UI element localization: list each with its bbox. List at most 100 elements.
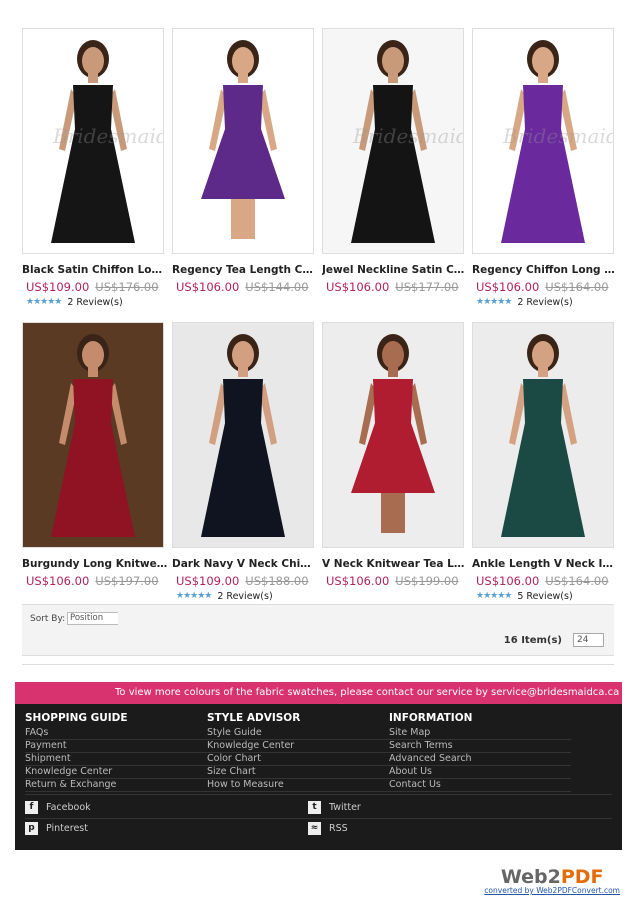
product-name[interactable]: Black Satin Chiffon Long S...: [22, 264, 168, 276]
toolbar: Sort By: Position 16 Item(s) 24: [22, 604, 614, 656]
footer-link-knowledge-center[interactable]: Knowledge Center: [207, 740, 389, 753]
product-image[interactable]: [472, 322, 614, 548]
sale-price: US$106.00: [26, 574, 90, 588]
product-card[interactable]: Bridesmaid Black Satin Chiffon Long S... U…: [22, 28, 168, 308]
divider: [25, 818, 612, 819]
watermark: Bridesmaid: [53, 124, 164, 148]
footer-heading: INFORMATION: [389, 712, 473, 724]
product-card[interactable]: Dark Navy V Neck Chiffon ... US$109.00 US$…: [172, 322, 318, 602]
footer-col-shopping: SHOPPING GUIDE FAQs Payment Shipment Kno…: [25, 712, 207, 792]
product-name[interactable]: Burgundy Long Knitwear V: [22, 558, 168, 570]
product-card[interactable]: V Neck Knitwear Tea Leng...US$106.00US$1…: [322, 322, 468, 602]
product-card[interactable]: Regency Tea Length Chiffo US$106.00 US$144…: [172, 28, 318, 308]
old-price: US$197.00: [95, 574, 159, 588]
footer-col-style: STYLE ADVISOR Style Guide Knowledge Cent…: [207, 712, 389, 792]
web2pdf-badge[interactable]: Web2PDF converted by Web2PDFConvert.com: [484, 866, 620, 895]
promo-text: To view more colours of the fabric swatc…: [115, 687, 620, 698]
old-price: US$164.00: [545, 574, 609, 588]
facebook-link[interactable]: f Facebook: [25, 801, 91, 814]
product-prices: US$106.00 US$164.00: [472, 574, 616, 588]
rss-link[interactable]: ≈ RSS: [308, 822, 348, 835]
product-image[interactable]: Bridesmaid: [472, 28, 614, 254]
product-name[interactable]: Jewel Neckline Satin Chiffo...: [322, 264, 468, 276]
product-image[interactable]: [172, 28, 314, 254]
rss-icon: ≈: [308, 822, 321, 835]
product-reviews: [322, 296, 466, 308]
product-image[interactable]: [322, 322, 464, 548]
product-reviews: ★★★★★ 2 Review(s): [22, 296, 166, 308]
dress-figure: [351, 334, 435, 533]
product-image[interactable]: Bridesmaid: [322, 28, 464, 254]
footer: SHOPPING GUIDE FAQs Payment Shipment Kno…: [15, 704, 622, 850]
footer-link-search-terms[interactable]: Search Terms: [389, 740, 571, 753]
old-price: US$199.00: [395, 574, 459, 588]
footer-heading: STYLE ADVISOR: [207, 712, 301, 724]
watermark: Bridesmaid: [353, 124, 464, 148]
footer-link-measure[interactable]: How to Measure: [207, 779, 389, 792]
review-count[interactable]: 2 Review(s): [217, 591, 272, 602]
sale-price: US$106.00: [326, 574, 390, 588]
per-page-select[interactable]: 24: [573, 633, 604, 647]
product-reviews: ★★★★★ 5 Review(s): [472, 590, 616, 602]
product-prices: US$106.00 US$144.00: [172, 280, 316, 294]
sale-price: US$106.00: [326, 280, 390, 294]
old-price: US$188.00: [245, 574, 309, 588]
rating-stars-icon: ★★★★★: [176, 591, 212, 601]
divider: [22, 664, 614, 665]
footer-link-style-guide[interactable]: Style Guide: [207, 727, 389, 740]
review-count[interactable]: 5 Review(s): [517, 591, 572, 602]
twitter-link[interactable]: t Twitter: [308, 801, 361, 814]
sort-select[interactable]: Position: [67, 612, 118, 625]
review-count[interactable]: 2 Review(s): [517, 297, 572, 308]
sale-price: US$106.00: [176, 280, 240, 294]
divider: [25, 794, 612, 795]
product-image[interactable]: [22, 322, 164, 548]
sale-price: US$109.00: [176, 574, 240, 588]
footer-link-color-chart[interactable]: Color Chart: [207, 753, 389, 766]
dress-figure: [201, 40, 285, 239]
footer-link-contact[interactable]: Contact Us: [389, 779, 571, 792]
product-reviews: [22, 590, 166, 602]
product-prices: US$106.00 US$199.00: [322, 574, 466, 588]
product-prices: US$109.00 US$176.00: [22, 280, 166, 294]
footer-link-knowledge[interactable]: Knowledge Center: [25, 766, 207, 779]
twitter-label: Twitter: [329, 802, 361, 813]
product-name[interactable]: Dark Navy V Neck Chiffon ...: [172, 558, 318, 570]
product-reviews: [322, 590, 466, 602]
footer-link-advanced-search[interactable]: Advanced Search: [389, 753, 571, 766]
footer-link-shipment[interactable]: Shipment: [25, 753, 207, 766]
product-row: Burgundy Long Knitwear V US$106.00 US$197.…: [22, 322, 618, 602]
footer-link-size-chart[interactable]: Size Chart: [207, 766, 389, 779]
product-name[interactable]: Ankle Length V Neck Ink B...: [472, 558, 618, 570]
product-image[interactable]: Bridesmaid: [22, 28, 164, 254]
watermark: Bridesmaid: [503, 124, 614, 148]
footer-link-payment[interactable]: Payment: [25, 740, 207, 753]
product-name[interactable]: V Neck Knitwear Tea Leng...: [322, 558, 468, 570]
footer-link-faqs[interactable]: FAQs: [25, 727, 207, 740]
product-card[interactable]: Ankle Length V Neck Ink B... US$106.00US$…: [472, 322, 618, 602]
footer-link-return[interactable]: Return & Exchange: [25, 779, 207, 792]
footer-link-sitemap[interactable]: Site Map: [389, 727, 571, 740]
product-grid: Bridesmaid Black Satin Chiffon Long S... U…: [22, 28, 618, 616]
product-image[interactable]: [172, 322, 314, 548]
product-card[interactable]: Bridesmaid Regency Chiffon Long One... US$…: [472, 28, 618, 308]
sale-price: US$109.00: [26, 280, 90, 294]
sort-label: Sort By:: [30, 614, 66, 624]
footer-col-info: INFORMATION Site Map Search Terms Advanc…: [389, 712, 571, 792]
product-prices: US$106.00 US$177.00: [322, 280, 466, 294]
item-count: 16 Item(s): [503, 635, 562, 646]
pinterest-link[interactable]: p Pinterest: [25, 822, 88, 835]
promo-banner: To view more colours of the fabric swatc…: [15, 682, 622, 704]
review-count[interactable]: 2 Review(s): [67, 297, 122, 308]
product-prices: US$106.00 US$164.00: [472, 280, 616, 294]
product-card[interactable]: Burgundy Long Knitwear V US$106.00 US$197.…: [22, 322, 168, 602]
product-name[interactable]: Regency Chiffon Long One...: [472, 264, 618, 276]
converted-link[interactable]: converted by Web2PDFConvert.com: [484, 886, 620, 895]
footer-link-about[interactable]: About Us: [389, 766, 571, 779]
product-row: Bridesmaid Black Satin Chiffon Long S... U…: [22, 28, 618, 308]
product-card[interactable]: Bridesmaid Jewel Neckline Satin Chiffo...…: [322, 28, 468, 308]
product-name[interactable]: Regency Tea Length Chiffo: [172, 264, 318, 276]
footer-heading: SHOPPING GUIDE: [25, 712, 128, 724]
rating-stars-icon: ★★★★★: [476, 591, 512, 601]
rating-stars-icon: ★★★★★: [476, 297, 512, 307]
